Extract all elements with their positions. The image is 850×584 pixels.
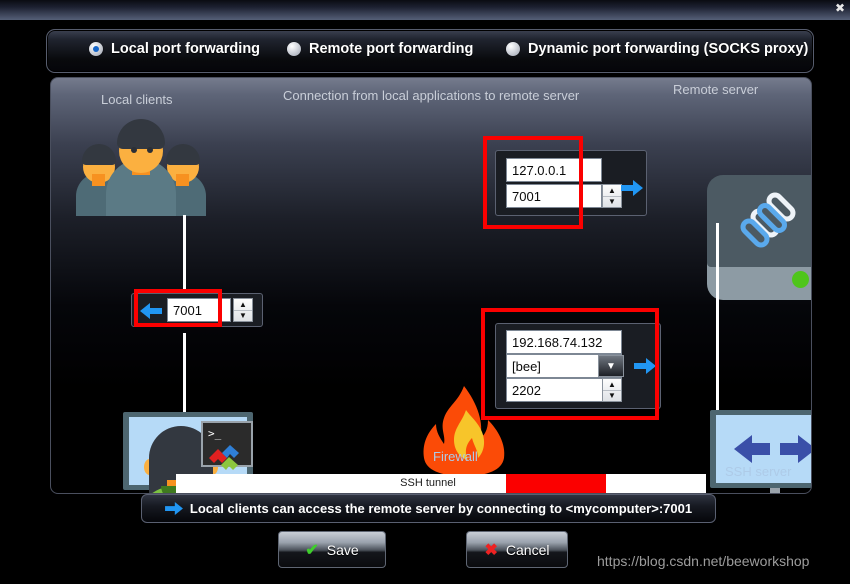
highlight-ssh-server (481, 308, 659, 420)
check-icon: ✔ (305, 541, 319, 559)
mobaxterm-logo-icon (209, 445, 239, 470)
status-led-icon (792, 271, 809, 288)
watermark-text: https://blog.csdn.net/beeworkshop (597, 553, 810, 569)
radio-label: Local port forwarding (111, 41, 261, 57)
diagram-panel: Local clients Connection from local appl… (50, 77, 812, 494)
radio-label: Dynamic port forwarding (SOCKS proxy) (528, 41, 809, 57)
tunnel-active-segment (506, 474, 606, 493)
remote-server-label: Remote server (673, 82, 759, 97)
local-clients-label: Local clients (101, 92, 173, 107)
cancel-button[interactable]: ✖ Cancel (466, 531, 568, 568)
window-titlebar: ✖ (0, 0, 850, 20)
forwarding-mode-selector: Local port forwarding Remote port forwar… (46, 29, 814, 73)
close-icon[interactable]: ✖ (832, 1, 848, 17)
highlight-forward-port (134, 289, 222, 327)
highlight-remote-target (483, 136, 583, 229)
radio-remote-port-forwarding[interactable]: Remote port forwarding (287, 41, 473, 57)
mobaxterm-port-forwarding-dialog: ✖ Local port forwarding Remote port forw… (0, 0, 850, 584)
ssh-tunnel-label: SSH tunnel (400, 477, 456, 489)
local-clients-icon (76, 111, 206, 216)
firewall-label: Firewall (433, 449, 478, 464)
radio-dot-icon (287, 42, 301, 56)
ssh-server-icon (710, 410, 811, 493)
cancel-button-label: Cancel (505, 541, 550, 558)
ssh-server-label: SSH server (725, 464, 792, 479)
status-bar: Local clients can access the remote serv… (141, 494, 716, 523)
close-icon: ✖ (484, 541, 498, 559)
spinner-up-icon[interactable]: ▲ (234, 299, 252, 311)
radio-label: Remote port forwarding (309, 41, 474, 57)
terminal-prompt: >_ (208, 427, 222, 440)
right-arrow-icon (621, 180, 643, 196)
right-arrow-icon (164, 502, 183, 515)
connector-line-remote (716, 223, 719, 418)
remote-port-spinner[interactable]: ▲ ▼ (602, 184, 622, 208)
tunnel-band-left (176, 474, 351, 493)
save-button-label: Save (326, 541, 359, 558)
radio-dot-selected-icon (89, 42, 103, 56)
connector-line-clients-lower (183, 333, 186, 418)
spinner-down-icon[interactable]: ▼ (603, 197, 621, 208)
connection-description-label: Connection from local applications to re… (283, 88, 580, 103)
remote-server-icon (707, 175, 811, 300)
spinner-up-icon[interactable]: ▲ (603, 185, 621, 197)
chain-link-icon (740, 192, 796, 248)
spinner-down-icon[interactable]: ▼ (234, 311, 252, 322)
radio-dynamic-port-forwarding[interactable]: Dynamic port forwarding (SOCKS proxy) (506, 41, 808, 57)
radio-dot-icon (506, 42, 520, 56)
save-button[interactable]: ✔ Save (278, 531, 386, 568)
bidirectional-arrows-icon (734, 435, 811, 463)
status-text: Local clients can access the remote serv… (189, 501, 693, 516)
radio-local-port-forwarding[interactable]: Local port forwarding (89, 41, 260, 57)
forward-port-spinner[interactable]: ▲ ▼ (233, 298, 253, 322)
